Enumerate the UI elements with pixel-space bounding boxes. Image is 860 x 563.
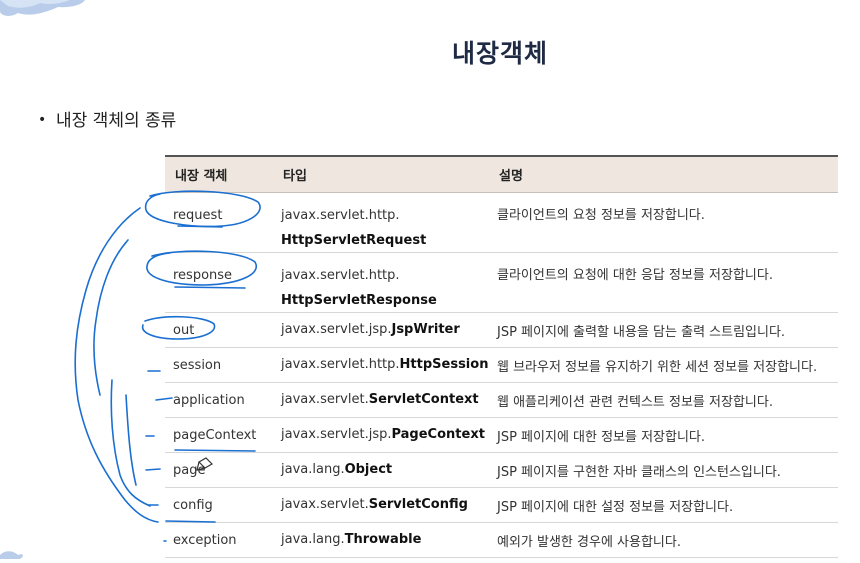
table-row: response javax.servlet.http. HttpServletR… (165, 252, 838, 313)
type-class: ServletConfig (368, 497, 468, 512)
table-row: request javax.servlet.http. HttpServletRe… (165, 192, 838, 253)
object-name: session (173, 357, 222, 373)
bracket-lower (110, 379, 151, 507)
object-name: response (173, 268, 233, 283)
underline-page (145, 468, 161, 471)
table-row: out javax.servlet.jsp.JspWriter JSP 페이지에… (165, 312, 838, 348)
type-class: HttpSession (399, 357, 489, 372)
type-package: java.lang. (281, 462, 345, 477)
type-class: Object (344, 462, 393, 477)
header-description: 설명 (489, 156, 838, 193)
object-description: 웹 애플리케이션 관련 컨텍스트 정보를 저장합니다. (497, 394, 773, 410)
object-name: application (173, 392, 245, 408)
bracket-lower-tick (125, 394, 137, 486)
object-name: page (173, 462, 206, 478)
table-row: pageContext javax.servlet.jsp.PageContex… (165, 417, 838, 453)
type-class: PageContext (391, 427, 485, 442)
type-package: java.lang. (281, 532, 345, 547)
implicit-objects-table: 내장 객체 타입 설명 request javax.servlet.http. H… (165, 155, 838, 558)
type-package: javax.servlet.http. (281, 357, 400, 372)
table-row: config javax.servlet.ServletConfig JSP 페… (165, 487, 838, 523)
type-package: javax.servlet.http. (281, 208, 400, 223)
type-class: HttpServletResponse (281, 293, 437, 308)
table-row: page java.lang.Object JSP 페이지를 구현한 자바 클래… (165, 452, 838, 488)
header-object: 내장 객체 (165, 156, 273, 193)
object-name: pageContext (173, 427, 257, 443)
object-description: 웹 브라우저 정보를 유지하기 위한 세션 정보를 저장합니다. (497, 359, 818, 375)
type-class: HttpServletRequest (281, 233, 427, 248)
type-class: JspWriter (391, 322, 460, 337)
bullet-item: • 내장 객체의 종류 (38, 106, 176, 131)
type-package: javax.servlet. (281, 392, 369, 407)
object-description: JSP 페이지를 구현한 자바 클래스의 인스턴스입니다. (497, 464, 781, 480)
cloud-decoration-bottom (0, 551, 24, 559)
object-name: exception (173, 532, 237, 548)
type-package: javax.servlet.jsp. (281, 322, 392, 337)
object-name: request (173, 208, 223, 223)
type-package: javax.servlet.http. (281, 268, 400, 283)
type-class: ServletContext (368, 392, 479, 407)
object-description: 클라이언트의 요청 정보를 저장합니다. (497, 208, 705, 223)
table-row: application javax.servlet.ServletContext… (165, 382, 838, 418)
object-description: 예외가 발생한 경우에 사용합니다. (497, 534, 681, 550)
object-name: out (173, 322, 195, 338)
bracket-left-outer (74, 207, 159, 523)
bullet-text: 내장 객체의 종류 (56, 111, 177, 131)
bracket-left-inner (93, 239, 129, 396)
table-header-row: 내장 객체 타입 설명 (165, 156, 838, 193)
table-row: session javax.servlet.http.HttpSession 웹… (165, 347, 838, 383)
object-description: JSP 페이지에 대한 정보를 저장합니다. (497, 429, 706, 445)
slide-title: 내장객체 (451, 39, 548, 68)
cloud-decoration-top (0, 0, 85, 16)
object-description: 클라이언트의 요청에 대한 응답 정보를 저장합니다. (497, 268, 773, 283)
header-type: 타입 (273, 156, 489, 193)
type-package: javax.servlet.jsp. (281, 427, 392, 442)
bullet-dot: • (38, 112, 47, 128)
object-description: JSP 페이지에 대한 설정 정보를 저장합니다. (497, 499, 734, 515)
object-description: JSP 페이지에 출력할 내용을 담는 출력 스트림입니다. (497, 324, 786, 340)
object-name: config (173, 497, 213, 513)
table-row: exception java.lang.Throwable 예외가 발생한 경우… (165, 522, 838, 558)
type-class: Throwable (344, 532, 422, 547)
type-package: javax.servlet. (281, 497, 369, 512)
object-table-wrapper: 내장 객체 타입 설명 request javax.servlet.http. H… (165, 155, 838, 558)
